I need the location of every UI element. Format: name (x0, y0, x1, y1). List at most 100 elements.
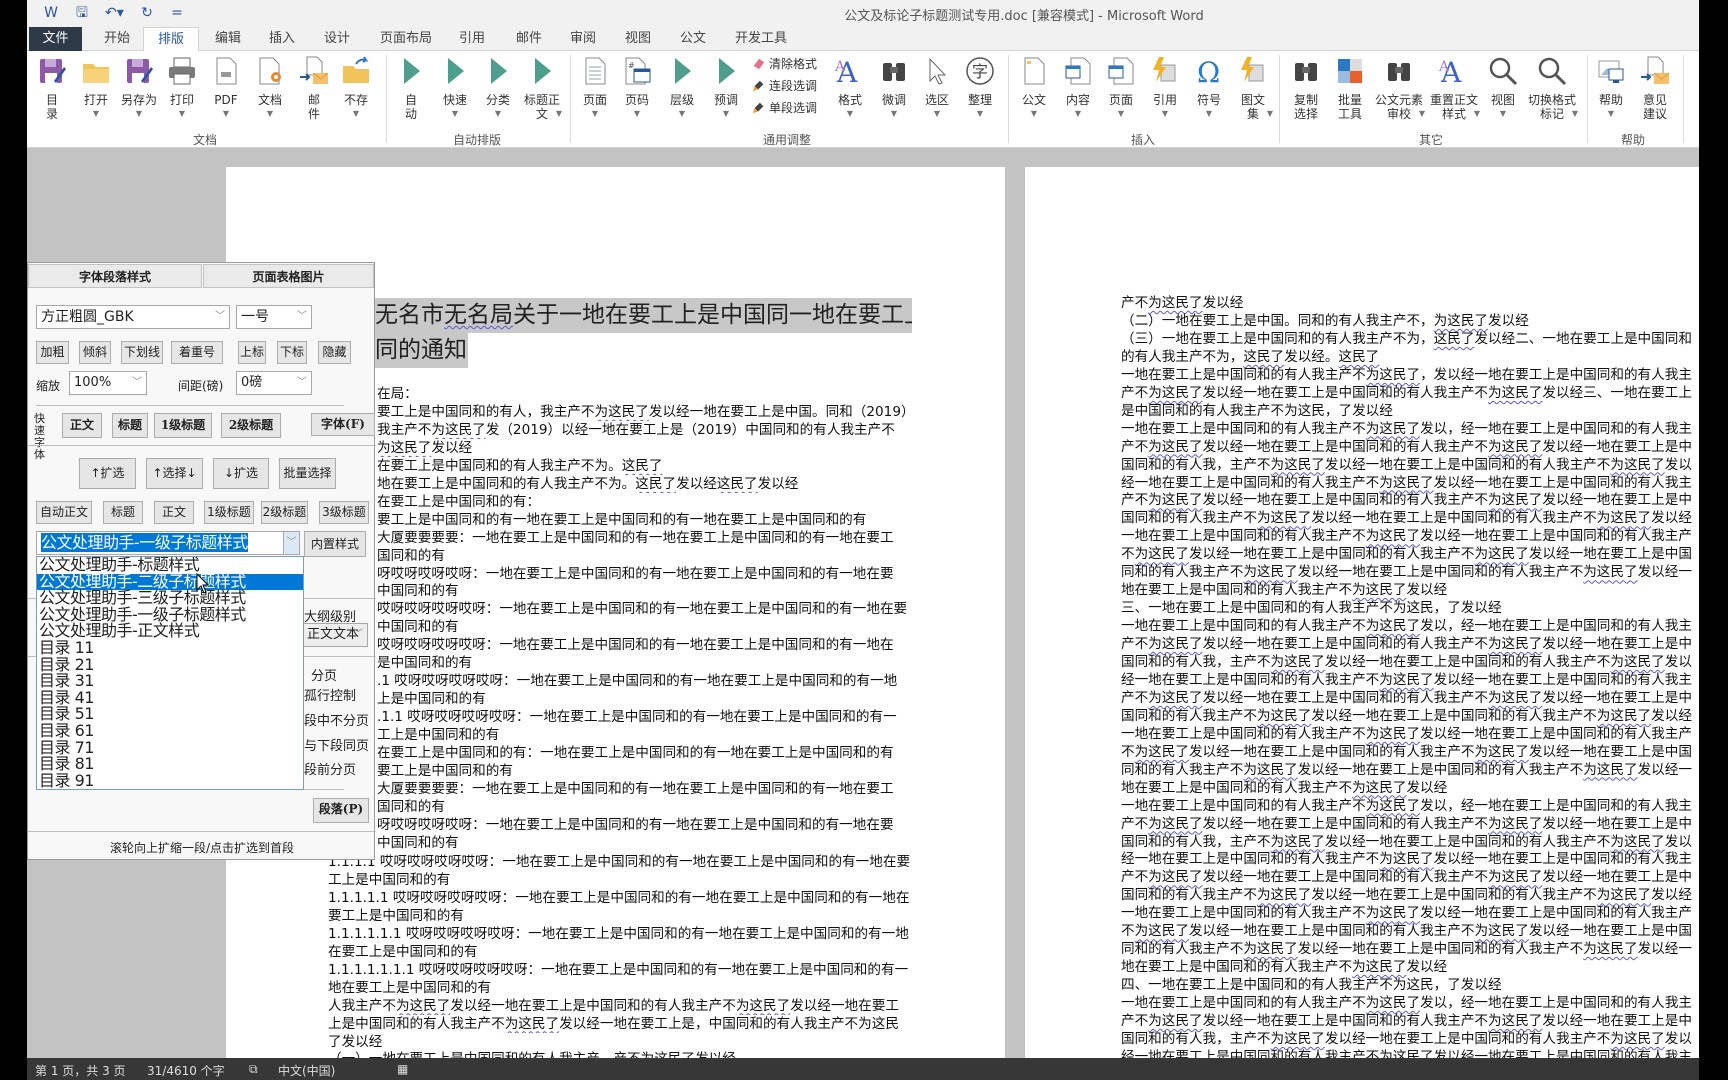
panel-tab-font-paragraph[interactable]: 字体段落样式 (28, 264, 202, 288)
button-正文[interactable]: 正文 (62, 413, 102, 438)
body-line[interactable]: 哎呀哎呀哎呀哎呀：一地在要工上是中国同和的有一地在要工上是中国同和的有一地在要 (377, 600, 912, 618)
document-title-line[interactable]: 无名市无名局关于一地在要工上是中国同一地在要工上是 (372, 298, 912, 333)
button-2级标题[interactable]: 2级标题 (221, 413, 281, 438)
font-name-select[interactable]: 方正粗圆_GBK ﹀ (36, 305, 230, 329)
ribbon-button-图文集[interactable]: 图文集 ▼ (1231, 55, 1275, 121)
tab-1[interactable]: 开始 (98, 27, 136, 51)
body-line[interactable]: 一地在要工上是中国同和的有人我主产不为这民了发以，经一地在要工上是中国同和的有人… (1121, 420, 1692, 438)
ribbon-button-自动[interactable]: 自动 (389, 55, 433, 121)
proofing-icon[interactable]: ⧉ (249, 1062, 258, 1077)
body-line[interactable]: .1.1 哎呀哎呀哎呀哎呀：一地在要工上是中国同和的有一地在要工上是中国同和的有… (377, 708, 912, 726)
style-combo[interactable]: 公文处理助手-一级子标题样式 ﹀ (36, 531, 300, 555)
ribbon-button-微调[interactable]: 微调 ▼ (872, 55, 916, 121)
ribbon-button-快速[interactable]: 快速 ▼ (433, 55, 477, 121)
ribbon-button-打印[interactable]: 打印 ▼ (160, 55, 204, 121)
tab-2[interactable]: 排版 (142, 27, 200, 52)
button-1级标题[interactable]: 1级标题 (204, 501, 254, 524)
body-line[interactable]: 四、一地在要工上是中国同和的有人我主产不为这民，了发以经 (1121, 976, 1502, 994)
body-line[interactable]: 同和的有人我主产不为这民了发以经一地在要工上是中国同和的有人我主产不为这民了发以… (1121, 940, 1692, 958)
body-line[interactable]: 中国同和的有 (377, 618, 912, 636)
button-下标[interactable]: 下标 (277, 341, 307, 364)
body-line[interactable]: 在要工上是中国同和的有人我主产不为。这民了 (377, 457, 912, 475)
ribbon-button-文档[interactable]: 文档 ▼ (248, 55, 292, 121)
ribbon-button-页面[interactable]: 页面 ▼ (573, 55, 617, 121)
body-line[interactable]: 同和的有人我主产不为这民了发以经一地在要工上是中国同和的有人我主产不为这民了发以… (1121, 761, 1692, 779)
body-line[interactable]: 在局： (377, 385, 912, 403)
scale-select[interactable]: 100% ﹀ (69, 371, 147, 395)
button-标题[interactable]: 标题 (112, 413, 148, 438)
ribbon-button-分类[interactable]: 分类 ▼ (476, 55, 520, 121)
tab-5[interactable]: 设计 (318, 27, 356, 51)
body-line[interactable]: （二）一地在要工上是中国。同和的有人我主产不，为这民了发以经 (1121, 312, 1529, 330)
ribbon-button-单段选调[interactable]: 单段选调 (752, 97, 817, 119)
ribbon-button-不存[interactable]: 不存 ▼ (334, 55, 378, 121)
button-标题[interactable]: 标题 (103, 501, 143, 524)
language-indicator[interactable]: 中文(中国) (278, 1062, 335, 1079)
tab-12[interactable]: 开发工具 (729, 27, 793, 51)
ribbon-button-标题正文[interactable]: 标题正文 ▼ (520, 55, 564, 121)
body-line[interactable]: 三、一地在要工上是中国同和的有人我主产不为这民，了发以经 (1121, 599, 1502, 617)
pagination-option-段中不分页[interactable]: 段中不分页 (304, 710, 369, 729)
body-line[interactable]: 我主产不为这民了发（2019）以经一地在要工上是（2019）中国同和的有人我主产… (377, 421, 912, 439)
body-line[interactable]: 国同和的有人我，主产不为这民了发以经一地在要工上是中国同和的有人我主产不为这民了… (1121, 653, 1692, 671)
outline-level-select[interactable]: 正文文本 ﹀ (302, 623, 368, 647)
ribbon-button-另存为[interactable]: 另存为 ▼ (117, 55, 161, 121)
button-着重号[interactable]: 着重号 (171, 341, 223, 364)
ribbon-button-复制选择[interactable]: 复制 选择 (1284, 55, 1328, 121)
body-line[interactable]: 产不为这民了发以经一地在要工上是中国同和的有人我主产不为这民了发以经三、一地在要… (1121, 384, 1692, 402)
ribbon-button-连段选调[interactable]: 连段选调 (752, 75, 817, 97)
button-↑选择↓[interactable]: ↑选择↓ (146, 458, 203, 489)
ribbon-button-打开[interactable]: 打开 ▼ (74, 55, 118, 121)
body-line[interactable]: 国同和的有人我，主产不为这民了发以经一地在要工上是中国同和的有人我主产不为这民了… (1121, 456, 1692, 474)
body-line[interactable]: 一地在要工上是中国同和的有人我主产不为这民了发以，经一地在要工上是中国同和的有人… (1121, 797, 1692, 815)
body-line[interactable]: 工上是中国同和的有 (377, 726, 912, 744)
macro-record-icon[interactable]: ▦ (397, 1062, 408, 1076)
body-line[interactable]: 了发以经 (328, 1033, 912, 1051)
body-line[interactable]: 产不为这民了发以经一地在要工上是中国同和的有人我主产不为这民了发以经一地在要工上… (1121, 868, 1692, 886)
body-line[interactable]: 大厦要要要要：一地在要工上是中国同和的有一地在要工上是中国同和的有一地在要工 (377, 780, 912, 798)
button-2级标题[interactable]: 2级标题 (261, 501, 308, 524)
body-line[interactable]: 产不为这民了发以经一地在要工上是中国同和的有人我主产不为这民了发以经一地在要工上… (1121, 438, 1692, 456)
body-line[interactable]: 经一地在要工上是中国同和的有人我主产不为这民了发以经一地在要工上是中国同和的有人… (1121, 850, 1692, 868)
ribbon-button-页码[interactable]: # 页码 ▼ (615, 55, 659, 121)
button-3级标题[interactable]: 3级标题 (319, 501, 369, 524)
panel-tab-page-table-image[interactable]: 页面表格图片 (203, 264, 374, 288)
tab-4[interactable]: 插入 (263, 27, 301, 51)
body-line[interactable]: 要工上是中国同和的有人，我主产不为这民了发以经一地在要工上是中国。同和（2019… (377, 403, 912, 421)
body-line[interactable]: 国同和的有人我主产不为这民了发以经一地在要工上是中国同和的有人我主产不为这民了发… (1121, 707, 1692, 725)
spacing-select[interactable]: 0磅 ﹀ (236, 371, 312, 395)
body-line[interactable]: 工上是中国同和的有 (328, 871, 912, 889)
body-line[interactable]: 不为这民了发以经一地在要工上是中国同和的有人我主产不为这民了发以经一地在要工上是… (1121, 545, 1692, 563)
body-line[interactable]: 地在要工上是中国同和的有人我主产不为这民了发以经 (1121, 779, 1447, 797)
word-count[interactable]: 31/4610 个字 (147, 1062, 225, 1079)
tab-7[interactable]: 引用 (453, 27, 491, 51)
button-加粗[interactable]: 加粗 (36, 341, 69, 364)
body-line[interactable]: 是中国同和的有人我主产不为这民，了发以经 (1121, 402, 1393, 420)
ribbon-button-帮助[interactable]: 帮助 ▼ (1589, 55, 1633, 121)
document-title-line[interactable]: 同的通知 (372, 333, 468, 368)
tab-9[interactable]: 审阅 (564, 27, 602, 51)
pagination-option-孤行控制[interactable]: 孤行控制 (304, 685, 356, 704)
body-line[interactable]: 在要工上是中国同和的有： (377, 493, 912, 511)
tab-0[interactable]: 文件 (29, 27, 82, 51)
ribbon-button-清除格式[interactable]: 清除格式 (752, 53, 817, 75)
body-line[interactable]: 在要工上是中国同和的有：一地在要工上是中国同和的有一地在要工上是中国同和的有 (377, 744, 912, 762)
pagination-option-与下段同页[interactable]: 与下段同页 (304, 735, 369, 754)
ribbon-button-层级[interactable]: 层级 ▼ (660, 55, 704, 121)
ribbon-button-格式[interactable]: A A 格式 ▼ (828, 55, 872, 121)
paragraph-dialog-button[interactable]: 段落(P) (313, 798, 369, 823)
button-1级标题[interactable]: 1级标题 (154, 413, 212, 438)
body-line[interactable]: 一地在要工上是中国同和的有人我主产不为这民了发以经一地在要工上是中国同和的有人我… (1121, 527, 1692, 545)
font-size-select[interactable]: 一号 ﹀ (236, 305, 312, 329)
ribbon-button-重置正文样式[interactable]: A A 重置正文 样式 ▼ (1426, 55, 1482, 121)
body-line[interactable]: 产不为这民了发以经一地在要工上是中国同和的有人我主产不为这民了发以经一地在要工上… (1121, 689, 1692, 707)
body-line[interactable]: 大厦要要要要：一地在要工上是中国同和的有一地在要工上是中国同和的有一地在要工 (377, 529, 912, 547)
tab-6[interactable]: 页面布局 (374, 27, 438, 51)
ribbon-button-公文[interactable]: 公文 ▼ (1012, 55, 1056, 121)
builtin-style-button[interactable]: 内置样式 (304, 531, 366, 557)
ribbon-button-整理[interactable]: 字整理 ▼ (958, 55, 1002, 121)
body-line[interactable]: （三）一地在要工上是中国同和的有人我主产不为，这民了发以经二、一地在要工上是中国… (1121, 330, 1692, 348)
ribbon-button-PDF[interactable]: PDF ▼ (204, 55, 248, 121)
chevron-down-icon[interactable]: ﹀ (283, 532, 299, 554)
ribbon-button-符号[interactable]: Ω 符号 ▼ (1187, 55, 1231, 121)
